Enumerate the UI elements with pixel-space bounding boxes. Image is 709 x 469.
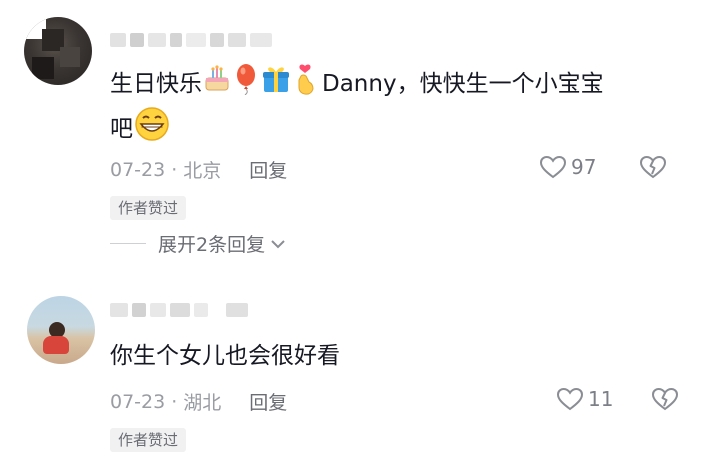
comment-text: 你生个女儿也会很好看 [110,343,340,369]
gift-icon [261,64,291,105]
comment-text-part2: Danny，快快生一个小宝宝 [322,71,604,97]
author-liked-badge: 作者赞过 [110,196,187,220]
like-button[interactable]: 11 [556,387,613,411]
expand-replies-button[interactable]: 展开2条回复 [110,230,287,257]
dislike-button[interactable] [639,155,667,183]
comment-location: 北京 [183,160,222,182]
comment-meta: 07-23 · 湖北 回复 [110,388,287,415]
reply-button[interactable]: 回复 [249,156,287,183]
meta-separator: · [171,158,178,181]
username-blurred[interactable] [110,32,280,50]
chevron-down-icon [271,239,285,248]
comment-text-line2: 吧 [110,106,171,153]
broken-heart-icon [651,387,679,411]
finger-heart-icon [293,62,321,107]
comment-text-part1: 生日快乐 [110,71,202,97]
divider-line [110,243,146,244]
dislike-button[interactable] [651,387,679,415]
expand-replies-label: 展开2条回复 [158,234,266,256]
comment-location: 湖北 [183,392,222,414]
comment-date: 07-23 [110,158,166,181]
like-count: 97 [571,155,597,179]
comment-text: 生日快乐 Danny，快快生一个小宝宝 [110,62,604,107]
avatar[interactable] [27,296,95,364]
heart-outline-icon [556,387,584,411]
author-liked-badge: 作者赞过 [110,428,187,452]
username-blurred[interactable] [110,302,260,320]
meta-separator: · [171,390,178,413]
comment-item-1: 生日快乐 Danny，快快生一个小宝宝 吧 07-23 · 北京 回复 97 作… [0,0,709,290]
reply-button[interactable]: 回复 [249,388,287,415]
comment-text-part3: 吧 [110,116,133,142]
cake-icon [203,64,231,105]
like-button[interactable]: 97 [539,155,596,179]
grin-icon [134,106,170,153]
broken-heart-icon [639,155,667,179]
balloon-icon [233,63,259,106]
avatar[interactable] [24,17,92,85]
heart-outline-icon [539,155,567,179]
comment-item-2: 你生个女儿也会很好看 07-23 · 湖北 回复 11 作者赞过 [0,290,709,469]
like-count: 11 [588,387,614,411]
comment-date: 07-23 [110,390,166,413]
comment-meta: 07-23 · 北京 回复 [110,156,287,183]
